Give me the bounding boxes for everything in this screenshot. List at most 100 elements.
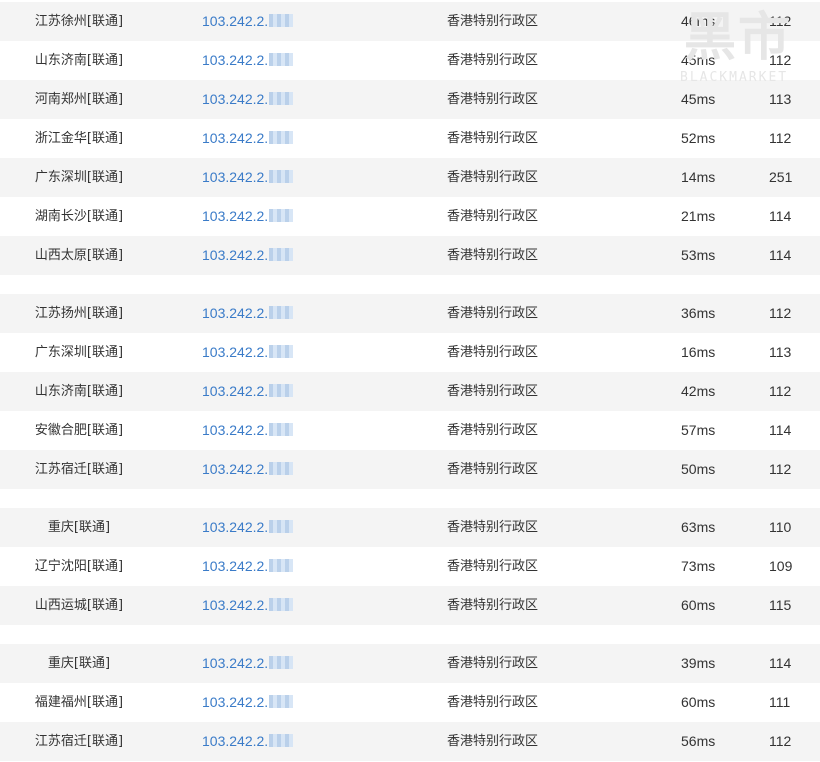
- ip-mask-blur: [269, 53, 294, 66]
- location-cell: 福建福州[联通]: [34, 695, 124, 710]
- ip-link[interactable]: 103.242.2.: [202, 2, 294, 41]
- count-cell: 112: [769, 130, 792, 146]
- ping-results-table: 江苏徐州[联通] 103.242.2. 香港特别行政区 46ms 112 山东济…: [0, 2, 820, 761]
- count-cell: 112: [769, 305, 792, 321]
- latency-cell: 52ms: [681, 130, 716, 146]
- region-cell: 香港特别行政区: [447, 345, 539, 360]
- location-cell: 山东济南[联通]: [34, 53, 124, 68]
- ip-mask-blur: [269, 306, 294, 319]
- ip-prefix: 103.242.2.: [202, 208, 269, 224]
- ip-link[interactable]: 103.242.2.: [202, 644, 294, 683]
- count-cell: 113: [769, 344, 792, 360]
- count-cell: 112: [769, 383, 792, 399]
- count-cell: 114: [769, 422, 792, 438]
- ip-link[interactable]: 103.242.2.: [202, 508, 294, 547]
- group-separator: [0, 489, 820, 508]
- count-cell: 112: [769, 13, 792, 29]
- latency-cell: 42ms: [681, 383, 716, 399]
- ip-link[interactable]: 103.242.2.: [202, 197, 294, 236]
- region-cell: 香港特别行政区: [447, 734, 539, 749]
- latency-cell: 21ms: [681, 208, 716, 224]
- ip-prefix: 103.242.2.: [202, 461, 269, 477]
- latency-cell: 45ms: [681, 91, 716, 107]
- latency-cell: 39ms: [681, 655, 716, 671]
- ip-link[interactable]: 103.242.2.: [202, 236, 294, 275]
- ip-prefix: 103.242.2.: [202, 422, 269, 438]
- latency-cell: 14ms: [681, 169, 716, 185]
- ip-mask-blur: [269, 384, 294, 397]
- latency-cell: 60ms: [681, 694, 716, 710]
- ip-prefix: 103.242.2.: [202, 558, 269, 574]
- ip-mask-blur: [269, 734, 294, 747]
- ip-link[interactable]: 103.242.2.: [202, 372, 294, 411]
- table-row: 安徽合肥[联通] 103.242.2. 香港特别行政区 57ms 114: [0, 411, 820, 450]
- latency-cell: 45ms: [681, 52, 716, 68]
- ip-prefix: 103.242.2.: [202, 344, 269, 360]
- ip-prefix: 103.242.2.: [202, 13, 269, 29]
- region-cell: 香港特别行政区: [447, 53, 539, 68]
- location-cell: 辽宁沈阳[联通]: [34, 559, 124, 574]
- latency-cell: 57ms: [681, 422, 716, 438]
- table-row: 福建福州[联通] 103.242.2. 香港特别行政区 60ms 111: [0, 683, 820, 722]
- ip-link[interactable]: 103.242.2.: [202, 294, 294, 333]
- count-cell: 115: [769, 597, 792, 613]
- ip-mask-blur: [269, 170, 294, 183]
- ip-mask-blur: [269, 462, 294, 475]
- region-cell: 香港特别行政区: [447, 92, 539, 107]
- ip-link[interactable]: 103.242.2.: [202, 547, 294, 586]
- ip-mask-blur: [269, 209, 294, 222]
- group-separator: [0, 275, 820, 294]
- table-row: 江苏宿迁[联通] 103.242.2. 香港特别行政区 56ms 112: [0, 722, 820, 761]
- ip-link[interactable]: 103.242.2.: [202, 158, 294, 197]
- ip-mask-blur: [269, 92, 294, 105]
- latency-cell: 63ms: [681, 519, 716, 535]
- location-cell: 山东济南[联通]: [34, 384, 124, 399]
- ip-prefix: 103.242.2.: [202, 52, 269, 68]
- ip-link[interactable]: 103.242.2.: [202, 119, 294, 158]
- ip-link[interactable]: 103.242.2.: [202, 333, 294, 372]
- ip-mask-blur: [269, 598, 294, 611]
- table-row: 广东深圳[联通] 103.242.2. 香港特别行政区 16ms 113: [0, 333, 820, 372]
- location-cell: 浙江金华[联通]: [34, 131, 124, 146]
- group-separator: [0, 625, 820, 644]
- count-cell: 110: [769, 519, 792, 535]
- location-cell: 广东深圳[联通]: [34, 170, 124, 185]
- ip-mask-blur: [269, 520, 294, 533]
- location-cell: 江苏宿迁[联通]: [34, 462, 124, 477]
- location-cell: 江苏徐州[联通]: [34, 14, 124, 29]
- table-row: 重庆[联通] 103.242.2. 香港特别行政区 39ms 114: [0, 644, 820, 683]
- table-row: 江苏宿迁[联通] 103.242.2. 香港特别行政区 50ms 112: [0, 450, 820, 489]
- count-cell: 112: [769, 461, 792, 477]
- ip-prefix: 103.242.2.: [202, 519, 269, 535]
- region-cell: 香港特别行政区: [447, 384, 539, 399]
- latency-cell: 50ms: [681, 461, 716, 477]
- ip-prefix: 103.242.2.: [202, 130, 269, 146]
- location-cell: 广东深圳[联通]: [34, 345, 124, 360]
- location-cell: 安徽合肥[联通]: [34, 423, 124, 438]
- region-cell: 香港特别行政区: [447, 306, 539, 321]
- region-cell: 香港特别行政区: [447, 248, 539, 263]
- ip-link[interactable]: 103.242.2.: [202, 450, 294, 489]
- ip-prefix: 103.242.2.: [202, 694, 269, 710]
- region-cell: 香港特别行政区: [447, 14, 539, 29]
- latency-cell: 46ms: [681, 13, 716, 29]
- table-row: 辽宁沈阳[联通] 103.242.2. 香港特别行政区 73ms 109: [0, 547, 820, 586]
- table-row: 广东深圳[联通] 103.242.2. 香港特别行政区 14ms 251: [0, 158, 820, 197]
- region-cell: 香港特别行政区: [447, 170, 539, 185]
- region-cell: 香港特别行政区: [447, 559, 539, 574]
- ip-link[interactable]: 103.242.2.: [202, 586, 294, 625]
- table-row: 山东济南[联通] 103.242.2. 香港特别行政区 42ms 112: [0, 372, 820, 411]
- ip-link[interactable]: 103.242.2.: [202, 683, 294, 722]
- ip-link[interactable]: 103.242.2.: [202, 722, 294, 761]
- ip-mask-blur: [269, 131, 294, 144]
- location-cell: 重庆[联通]: [47, 656, 111, 671]
- table-row: 河南郑州[联通] 103.242.2. 香港特别行政区 45ms 113: [0, 80, 820, 119]
- table-row: 山西太原[联通] 103.242.2. 香港特别行政区 53ms 114: [0, 236, 820, 275]
- ip-link[interactable]: 103.242.2.: [202, 41, 294, 80]
- table-row: 湖南长沙[联通] 103.242.2. 香港特别行政区 21ms 114: [0, 197, 820, 236]
- ip-link[interactable]: 103.242.2.: [202, 411, 294, 450]
- count-cell: 113: [769, 91, 792, 107]
- latency-cell: 56ms: [681, 733, 716, 749]
- ip-link[interactable]: 103.242.2.: [202, 80, 294, 119]
- ip-mask-blur: [269, 345, 294, 358]
